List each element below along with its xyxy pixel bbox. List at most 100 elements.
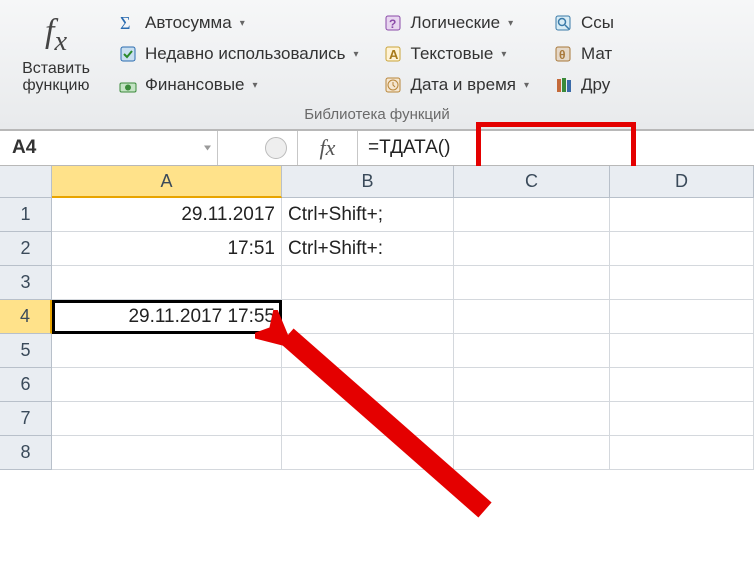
autosum-button[interactable]: Σ Автосумма ▾ (110, 9, 366, 37)
chevron-down-icon: ▾ (508, 18, 513, 29)
table-row: 4 29.11.2017 17:55 (0, 300, 754, 334)
formula-bar-spacer (265, 137, 287, 159)
formula-bar: A4 fx =ТДАТА() (0, 130, 754, 166)
text-label: Текстовые (411, 44, 494, 64)
chevron-down-icon: ▾ (501, 49, 506, 60)
formula-input[interactable]: =ТДАТА() (358, 131, 754, 165)
cell-C1[interactable] (454, 198, 610, 232)
cell-C8[interactable] (454, 436, 610, 470)
cell-B2[interactable]: Ctrl+Shift+: (282, 232, 454, 266)
chevron-down-icon: ▾ (524, 80, 529, 91)
clock-icon (383, 74, 405, 96)
ribbon-right-column: Ссы θ Мат Дру (546, 9, 621, 99)
row-header-4[interactable]: 4 (0, 300, 52, 334)
insert-function-button[interactable]: fx Вставить функцию (6, 4, 106, 104)
datetime-label: Дата и время (411, 75, 516, 95)
financial-button[interactable]: Финансовые ▾ (110, 71, 366, 99)
logical-icon: ? (383, 12, 405, 34)
sigma-icon: Σ (117, 12, 139, 34)
financial-icon (117, 74, 139, 96)
cell-D2[interactable] (610, 232, 754, 266)
cell-A3[interactable] (52, 266, 282, 300)
other-button[interactable]: Дру (546, 71, 621, 99)
row-header-8[interactable]: 8 (0, 436, 52, 470)
recent-label: Недавно использовались (145, 44, 346, 64)
cell-A7[interactable] (52, 402, 282, 436)
name-box[interactable]: A4 (0, 131, 218, 165)
table-row: 1 29.11.2017 Ctrl+Shift+; (0, 198, 754, 232)
cell-C4[interactable] (454, 300, 610, 334)
datetime-button[interactable]: Дата и время ▾ (376, 71, 536, 99)
text-button[interactable]: A Текстовые ▾ (376, 40, 536, 68)
select-all-corner[interactable] (0, 166, 52, 198)
ribbon: fx Вставить функцию Σ Автосумма ▾ Недавн… (0, 0, 754, 130)
cell-A5[interactable] (52, 334, 282, 368)
row-header-5[interactable]: 5 (0, 334, 52, 368)
cell-D8[interactable] (610, 436, 754, 470)
books-icon (553, 74, 575, 96)
column-headers: A B C D (0, 166, 754, 198)
cell-B7[interactable] (282, 402, 454, 436)
recent-button[interactable]: Недавно использовались ▾ (110, 40, 366, 68)
cell-B6[interactable] (282, 368, 454, 402)
recent-icon (117, 43, 139, 65)
table-row: 8 (0, 436, 754, 470)
cell-C5[interactable] (454, 334, 610, 368)
lookup-button[interactable]: Ссы (546, 9, 621, 37)
text-icon: A (383, 43, 405, 65)
cell-D1[interactable] (610, 198, 754, 232)
column-header-C[interactable]: C (454, 166, 610, 198)
cell-C2[interactable] (454, 232, 610, 266)
spreadsheet-grid: A B C D 1 29.11.2017 Ctrl+Shift+; 2 17:5… (0, 166, 754, 470)
ribbon-left-column: Σ Автосумма ▾ Недавно использовались ▾ Ф… (110, 9, 366, 99)
cell-D7[interactable] (610, 402, 754, 436)
formula-text: =ТДАТА() (368, 137, 450, 159)
ribbon-group-label: Библиотека функций (6, 104, 748, 127)
cell-A2[interactable]: 17:51 (52, 232, 282, 266)
cell-B1[interactable]: Ctrl+Shift+; (282, 198, 454, 232)
table-row: 7 (0, 402, 754, 436)
chevron-down-icon: ▾ (354, 49, 359, 60)
cell-A8[interactable] (52, 436, 282, 470)
math-label: Мат (581, 44, 612, 64)
cell-A6[interactable] (52, 368, 282, 402)
svg-text:A: A (389, 47, 399, 62)
autosum-label: Автосумма (145, 13, 232, 33)
cell-A1[interactable]: 29.11.2017 (52, 198, 282, 232)
row-header-3[interactable]: 3 (0, 266, 52, 300)
cell-D4[interactable] (610, 300, 754, 334)
cell-D6[interactable] (610, 368, 754, 402)
insert-function-label: Вставить функцию (22, 60, 90, 95)
row-header-2[interactable]: 2 (0, 232, 52, 266)
formula-bar-buttons (218, 131, 298, 165)
table-row: 6 (0, 368, 754, 402)
svg-text:Σ: Σ (120, 13, 130, 33)
name-box-value: A4 (12, 137, 36, 159)
row-header-1[interactable]: 1 (0, 198, 52, 232)
cell-B4[interactable] (282, 300, 454, 334)
logical-button[interactable]: ? Логические ▾ (376, 9, 536, 37)
cell-C6[interactable] (454, 368, 610, 402)
cell-B5[interactable] (282, 334, 454, 368)
chevron-down-icon: ▾ (240, 18, 245, 29)
fx-label[interactable]: fx (298, 131, 358, 165)
cell-B8[interactable] (282, 436, 454, 470)
column-header-B[interactable]: B (282, 166, 454, 198)
chevron-down-icon: ▾ (253, 80, 258, 91)
column-header-D[interactable]: D (610, 166, 754, 198)
cell-D3[interactable] (610, 266, 754, 300)
cell-B3[interactable] (282, 266, 454, 300)
name-box-dropdown-icon[interactable] (204, 146, 211, 151)
math-button[interactable]: θ Мат (546, 40, 621, 68)
row-header-6[interactable]: 6 (0, 368, 52, 402)
cell-C7[interactable] (454, 402, 610, 436)
other-label: Дру (581, 75, 610, 95)
logical-label: Логические (411, 13, 501, 33)
cell-D5[interactable] (610, 334, 754, 368)
row-header-7[interactable]: 7 (0, 402, 52, 436)
cell-A4[interactable]: 29.11.2017 17:55 (52, 300, 282, 334)
financial-label: Финансовые (145, 75, 245, 95)
column-header-A[interactable]: A (52, 166, 282, 198)
cell-C3[interactable] (454, 266, 610, 300)
table-row: 5 (0, 334, 754, 368)
